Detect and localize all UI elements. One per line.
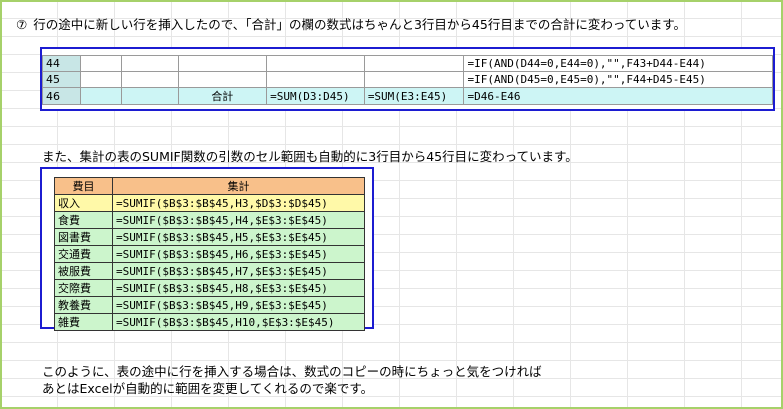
- summary-row: 図書費 =SUMIF($B$3:$B$45,H5,$E$3:$E$45): [54, 228, 365, 246]
- cell-c45[interactable]: [120, 71, 179, 88]
- cell-b45[interactable]: [79, 71, 122, 88]
- sumif-formula-cell[interactable]: =SUMIF($B$3:$B$45,H10,$E$3:$E$45): [112, 313, 365, 331]
- sumif-formula-cell[interactable]: =SUMIF($B$3:$B$45,H4,$E$3:$E$45): [112, 211, 365, 229]
- sumif-formula-cell[interactable]: =SUMIF($B$3:$B$45,H6,$E$3:$E$45): [112, 245, 365, 263]
- category-cell[interactable]: 交通費: [54, 245, 113, 263]
- top-sheet-table: 44 =IF(AND(D44=0,E44=0),"",F43+D44-E44) …: [42, 55, 773, 105]
- cell-f44[interactable]: [363, 55, 465, 72]
- category-cell[interactable]: 被服費: [54, 262, 113, 280]
- sumif-formula-cell[interactable]: =SUMIF($B$3:$B$45,H9,$E$3:$E$45): [112, 296, 365, 314]
- sheet-row-46-total: 46 合計 =SUM(D3:D45) =SUM(E3:E45) =D46-E46: [42, 87, 773, 105]
- category-cell[interactable]: 食費: [54, 211, 113, 229]
- cell-c46[interactable]: [120, 87, 179, 105]
- cell-d44[interactable]: [177, 55, 268, 72]
- summary-table-box: 費目 集計 収入 =SUMIF($B$3:$B$45,H3,$D$3:$D$45…: [40, 167, 374, 331]
- summary-row: 食費 =SUMIF($B$3:$B$45,H4,$E$3:$E$45): [54, 211, 365, 229]
- summary-row: 被服費 =SUMIF($B$3:$B$45,H7,$E$3:$E$45): [54, 262, 365, 280]
- cell-d45[interactable]: [177, 71, 268, 88]
- balance-cell[interactable]: =D46-E46: [463, 87, 773, 105]
- total-label-cell[interactable]: 合計: [177, 87, 268, 105]
- summary-row: 交際費 =SUMIF($B$3:$B$45,H8,$E$3:$E$45): [54, 279, 365, 297]
- category-cell[interactable]: 交際費: [54, 279, 113, 297]
- summary-table: 費目 集計 収入 =SUMIF($B$3:$B$45,H3,$D$3:$D$45…: [54, 177, 365, 331]
- sumif-formula-cell[interactable]: =SUMIF($B$3:$B$45,H7,$E$3:$E$45): [112, 262, 365, 280]
- category-cell[interactable]: 雑費: [54, 313, 113, 331]
- sumif-formula-cell[interactable]: =SUMIF($B$3:$B$45,H3,$D$3:$D$45): [112, 194, 365, 212]
- cell-b46[interactable]: [79, 87, 122, 105]
- sumif-formula-cell[interactable]: =SUMIF($B$3:$B$45,H8,$E$3:$E$45): [112, 279, 365, 297]
- cell-formula-44[interactable]: =IF(AND(D44=0,E44=0),"",F43+D44-E44): [463, 55, 773, 72]
- sumif-formula-cell[interactable]: =SUMIF($B$3:$B$45,H5,$E$3:$E$45): [112, 228, 365, 246]
- cell-b44[interactable]: [79, 55, 122, 72]
- sum-income-cell[interactable]: =SUM(D3:D45): [266, 87, 365, 105]
- header-total[interactable]: 集計: [112, 177, 365, 195]
- row-header-46[interactable]: 46: [42, 87, 81, 105]
- summary-row: 収入 =SUMIF($B$3:$B$45,H3,$D$3:$D$45): [54, 194, 365, 212]
- category-cell[interactable]: 教養費: [54, 296, 113, 314]
- row-header-44[interactable]: 44: [42, 55, 81, 72]
- summary-header-row: 費目 集計: [54, 177, 365, 195]
- intro-note: ⑦ 行の途中に新しい行を挿入したので、「合計」の欄の数式はちゃんと3行目から45行…: [16, 14, 686, 33]
- closing-line-2: あとはExcelが自動的に範囲を変更してくれるので楽です。: [42, 381, 374, 396]
- top-sheet-excerpt: 44 =IF(AND(D44=0,E44=0),"",F43+D44-E44) …: [40, 47, 775, 111]
- header-category[interactable]: 費目: [54, 177, 113, 195]
- cell-f45[interactable]: [363, 71, 465, 88]
- row-header-45[interactable]: 45: [42, 71, 81, 88]
- category-cell[interactable]: 収入: [54, 194, 113, 212]
- cell-e44[interactable]: [266, 55, 365, 72]
- cell-formula-45[interactable]: =IF(AND(D45=0,E45=0),"",F44+D45-E45): [463, 71, 773, 88]
- cell-e45[interactable]: [266, 71, 365, 88]
- intro-text: 行の途中に新しい行を挿入したので、「合計」の欄の数式はちゃんと3行目から45行目…: [33, 17, 686, 32]
- summary-row: 交通費 =SUMIF($B$3:$B$45,H6,$E$3:$E$45): [54, 245, 365, 263]
- category-cell[interactable]: 図書費: [54, 228, 113, 246]
- summary-row: 教養費 =SUMIF($B$3:$B$45,H9,$E$3:$E$45): [54, 296, 365, 314]
- summary-row: 雑費 =SUMIF($B$3:$B$45,H10,$E$3:$E$45): [54, 313, 365, 331]
- middle-note: また、集計の表のSUMIF関数の引数のセル範囲も自動的に3行目から45行目に変わ…: [42, 149, 578, 164]
- sum-expense-cell[interactable]: =SUM(E3:E45): [363, 87, 465, 105]
- sheet-row-44: 44 =IF(AND(D44=0,E44=0),"",F43+D44-E44): [42, 55, 773, 72]
- step-number: ⑦: [16, 17, 28, 32]
- cell-c44[interactable]: [120, 55, 179, 72]
- sheet-row-45: 45 =IF(AND(D45=0,E45=0),"",F44+D45-E45): [42, 71, 773, 88]
